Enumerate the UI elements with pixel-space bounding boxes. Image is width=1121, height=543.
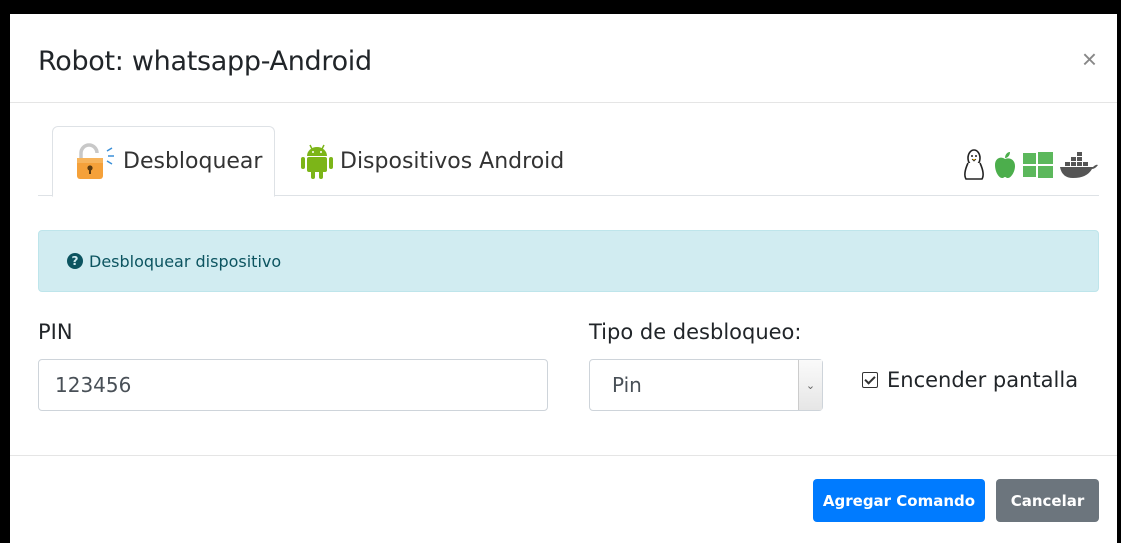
- checkbox-icon[interactable]: [862, 372, 878, 388]
- modal-header: Robot: whatsapp-Android ×: [10, 14, 1117, 103]
- tab-desbloquear[interactable]: Desbloquear: [52, 126, 275, 197]
- android-icon: [300, 142, 334, 180]
- info-alert: ? Desbloquear dispositivo: [38, 230, 1099, 292]
- add-command-button[interactable]: Agregar Comando: [813, 479, 985, 522]
- modal-dialog: Robot: whatsapp-Android × Desbloquear Di…: [10, 14, 1117, 543]
- linux-icon: [961, 148, 987, 187]
- tab-dispositivos-android[interactable]: Dispositivos Android: [300, 126, 564, 196]
- unlock-icon: [73, 142, 117, 181]
- os-icons: [961, 148, 1099, 187]
- screen-on-checkbox[interactable]: Encender pantalla: [862, 368, 1078, 392]
- cancel-button[interactable]: Cancelar: [996, 479, 1099, 522]
- tab-bar: Desbloquear Dispositivos Android: [38, 126, 1099, 197]
- unlock-type-select[interactable]: Pin ⌄: [589, 359, 823, 411]
- pin-label: PIN: [38, 320, 73, 344]
- tab-desbloquear-label: Desbloquear: [123, 149, 263, 174]
- question-circle-icon: ?: [67, 253, 83, 269]
- unlock-type-label: Tipo de desbloqueo:: [589, 320, 802, 344]
- footer-divider: [10, 455, 1117, 456]
- alert-text: Desbloquear dispositivo: [89, 251, 282, 271]
- windows-icon: [1023, 152, 1053, 183]
- docker-icon: [1059, 151, 1099, 184]
- close-button[interactable]: ×: [1082, 46, 1097, 72]
- unlock-type-value: Pin: [612, 373, 642, 397]
- tab-dispositivos-android-label: Dispositivos Android: [340, 148, 565, 174]
- chevron-down-icon[interactable]: ⌄: [798, 360, 822, 410]
- screen-on-label: Encender pantalla: [887, 368, 1079, 392]
- pin-input[interactable]: 123456: [38, 359, 548, 411]
- modal-title: Robot: whatsapp-Android: [38, 46, 372, 77]
- apple-icon: [993, 151, 1017, 184]
